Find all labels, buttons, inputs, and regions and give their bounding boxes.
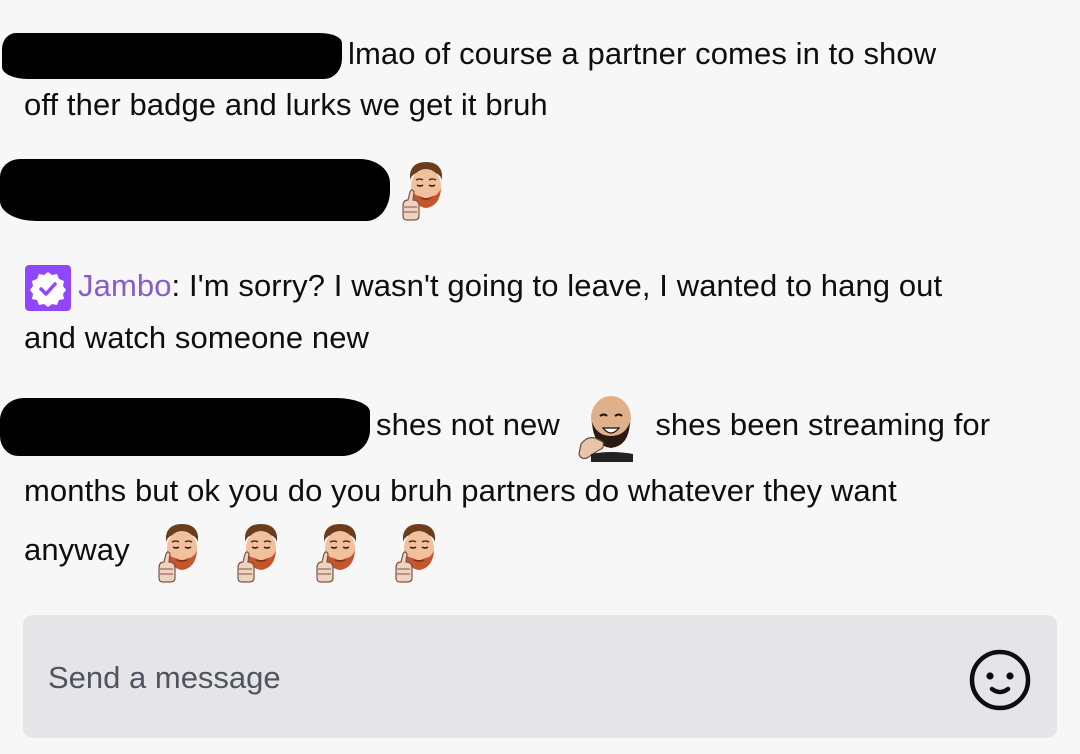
chat-message-list: lmao of course a partner comes in to sho… [0,0,1080,600]
message-text: anyway [24,532,130,568]
message-text: I'm sorry? I wasn't going to leave, I wa… [188,268,943,303]
partner-verified-badge-icon [25,264,71,311]
thumbs-up-face-emote [235,520,283,584]
chat-message [0,158,1034,222]
chat-message: Jambo: I'm sorry? I wasn't going to leav… [24,260,1034,363]
chat-message-input[interactable] [46,655,950,701]
redacted-username [0,159,390,221]
thinking-laugh-emote [573,392,643,462]
smiley-face-icon[interactable] [967,647,1033,713]
thumbs-up-face-emote [393,520,441,584]
chat-message: shes not new shes been streaming for mon… [0,392,1034,584]
chat-username[interactable]: Jambo [78,268,172,303]
thumbs-up-face-emote [156,520,204,584]
message-text: and watch someone new [24,319,370,355]
redacted-username [0,398,370,456]
username-separator: : [171,268,181,303]
message-text: shes been streaming for [655,407,991,443]
thumbs-up-face-emote [314,520,362,584]
message-text: off ther badge and lurks we get it bruh [24,87,548,122]
chat-input-container[interactable] [23,615,1057,738]
thumbs-up-face-emote [400,158,448,222]
message-text: months but ok you do you bruh partners d… [24,473,897,508]
redacted-username [2,32,342,79]
chat-message: lmao of course a partner comes in to sho… [2,28,1034,130]
message-text: lmao of course a partner comes in to sho… [348,36,937,71]
message-text: shes not new [376,407,560,443]
